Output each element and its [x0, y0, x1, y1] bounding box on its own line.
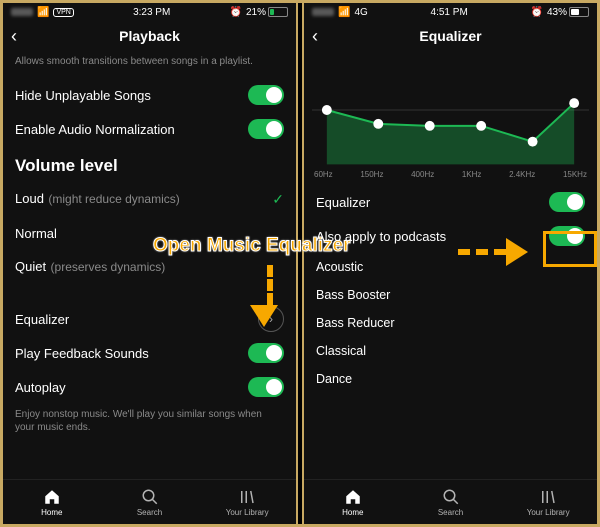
annotation-arrow-right	[458, 238, 528, 266]
search-icon	[141, 488, 159, 506]
equalizer-graph[interactable]: 60Hz 150Hz 400Hz 1KHz 2.4KHz 15KHz	[312, 55, 589, 183]
status-time: 3:23 PM	[133, 7, 170, 18]
library-icon	[539, 488, 557, 506]
toggle-feedback-sounds[interactable]	[248, 343, 284, 363]
tab-label: Search	[137, 508, 162, 517]
tab-library[interactable]: Your Library	[198, 480, 296, 524]
row-play-feedback-sounds[interactable]: Play Feedback Sounds	[15, 336, 284, 370]
label: Loud	[15, 191, 44, 206]
home-icon	[43, 488, 61, 506]
hint: (might reduce dynamics)	[48, 192, 179, 206]
network-type: 4G	[354, 7, 367, 18]
battery-indicator: 21%	[246, 7, 288, 18]
carrier-blur	[312, 8, 334, 16]
preset-dance[interactable]: Dance	[316, 365, 585, 393]
label: Equalizer	[316, 195, 370, 210]
signal-icon: 📶	[338, 7, 350, 18]
band-label: 1KHz	[462, 170, 482, 179]
tab-search[interactable]: Search	[101, 480, 199, 524]
preset-bass-booster[interactable]: Bass Booster	[316, 281, 585, 309]
preset-bass-reducer[interactable]: Bass Reducer	[316, 309, 585, 337]
toggle-hide-unplayable[interactable]	[248, 85, 284, 105]
autoplay-description: Enjoy nonstop music. We'll play you simi…	[15, 408, 284, 434]
tab-label: Search	[438, 508, 463, 517]
equalizer-band-labels: 60Hz 150Hz 400Hz 1KHz 2.4KHz 15KHz	[312, 170, 589, 179]
label: Enable Audio Normalization	[15, 122, 175, 137]
toggle-audio-normalization[interactable]	[248, 119, 284, 139]
tab-label: Your Library	[226, 508, 269, 517]
row-equalizer-toggle[interactable]: Equalizer	[316, 185, 585, 219]
back-button[interactable]: ‹	[312, 26, 318, 47]
page-title: Playback	[3, 28, 296, 44]
equalizer-chart[interactable]	[312, 55, 589, 165]
label: Play Feedback Sounds	[15, 346, 149, 361]
annotation-callout: Open Music Equalizer	[153, 235, 350, 257]
status-bar: 📶 4G 4:51 PM ⏰ 43%	[304, 3, 597, 21]
band-label: 2.4KHz	[509, 170, 535, 179]
tab-home[interactable]: Home	[304, 480, 402, 524]
annotation-arrow-down	[261, 265, 278, 327]
tab-label: Your Library	[527, 508, 570, 517]
screen-playback: 📶 VPN 3:23 PM ⏰ 21% ‹ Playback Allows sm…	[3, 3, 298, 524]
annotation-highlight-box	[543, 231, 597, 267]
status-bar: 📶 VPN 3:23 PM ⏰ 21%	[3, 3, 296, 21]
toggle-autoplay[interactable]	[248, 377, 284, 397]
alarm-icon: ⏰	[531, 7, 543, 18]
label: Equalizer	[15, 312, 69, 327]
carrier-blur	[11, 8, 33, 16]
vpn-badge: VPN	[53, 8, 73, 17]
battery-indicator: 43%	[547, 7, 589, 18]
crossfade-description: Allows smooth transitions between songs …	[15, 55, 284, 68]
band-label: 60Hz	[314, 170, 333, 179]
signal-icon: 📶	[37, 7, 49, 18]
label: Autoplay	[15, 380, 66, 395]
band-label: 15KHz	[563, 170, 587, 179]
row-equalizer[interactable]: Equalizer ›	[15, 302, 284, 336]
tab-home[interactable]: Home	[3, 480, 101, 524]
tab-library[interactable]: Your Library	[499, 480, 597, 524]
back-button[interactable]: ‹	[11, 26, 17, 47]
tab-bar: Home Search Your Library	[304, 479, 597, 524]
page-title: Equalizer	[304, 28, 597, 44]
tab-bar: Home Search Your Library	[3, 479, 296, 524]
label: Quiet	[15, 259, 46, 274]
battery-percent: 43%	[547, 7, 567, 18]
tab-search[interactable]: Search	[402, 480, 500, 524]
check-icon: ✓	[272, 191, 284, 208]
home-icon	[344, 488, 362, 506]
row-volume-loud[interactable]: Loud (might reduce dynamics) ✓	[15, 182, 284, 216]
preset-classical[interactable]: Classical	[316, 337, 585, 365]
status-time: 4:51 PM	[431, 7, 468, 18]
section-volume-level: Volume level	[15, 156, 284, 176]
label: Normal	[15, 226, 57, 241]
row-hide-unplayable[interactable]: Hide Unplayable Songs	[15, 78, 284, 112]
header: ‹ Playback	[3, 21, 296, 51]
hint: (preserves dynamics)	[51, 260, 166, 274]
alarm-icon: ⏰	[230, 7, 242, 18]
battery-percent: 21%	[246, 7, 266, 18]
label: Hide Unplayable Songs	[15, 88, 151, 103]
row-audio-normalization[interactable]: Enable Audio Normalization	[15, 112, 284, 146]
search-icon	[442, 488, 460, 506]
band-label: 150Hz	[360, 170, 383, 179]
row-autoplay[interactable]: Autoplay	[15, 370, 284, 404]
header: ‹ Equalizer	[304, 21, 597, 51]
library-icon	[238, 488, 256, 506]
band-label: 400Hz	[411, 170, 434, 179]
tab-label: Home	[342, 508, 363, 517]
tab-label: Home	[41, 508, 62, 517]
toggle-equalizer[interactable]	[549, 192, 585, 212]
